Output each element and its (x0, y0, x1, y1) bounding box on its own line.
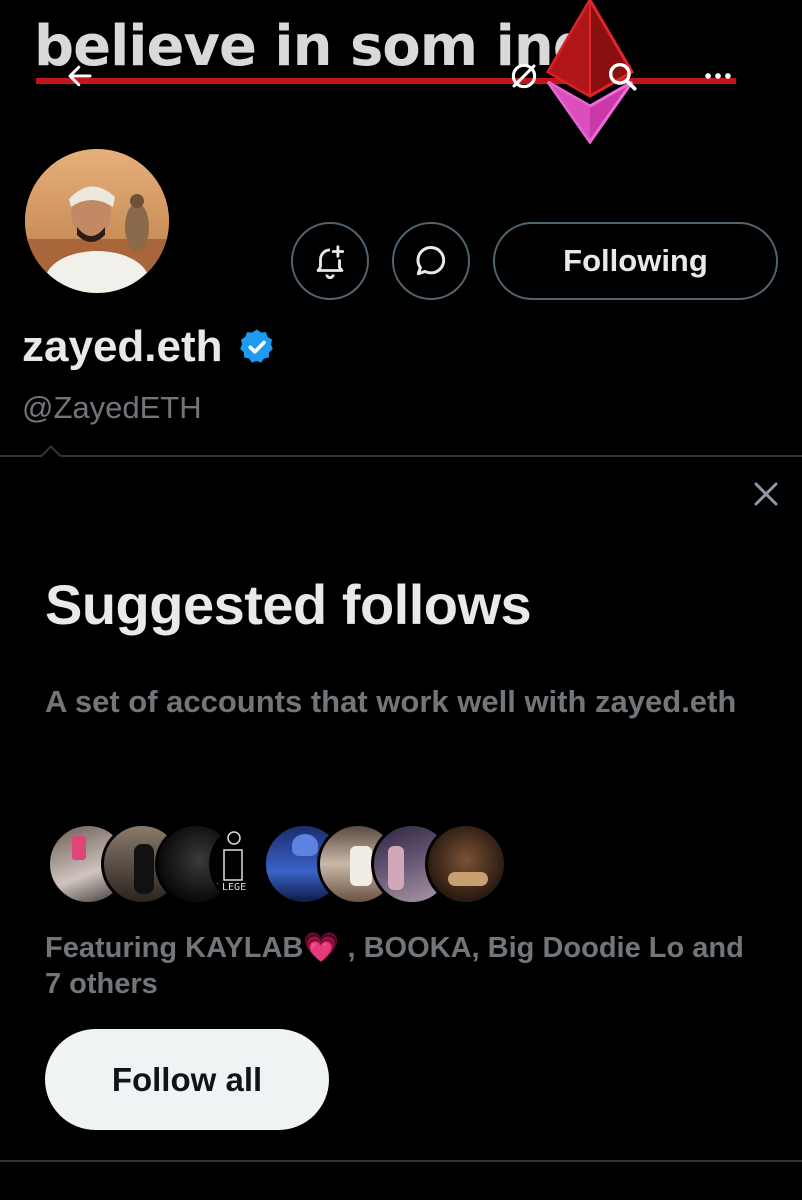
display-name: zayed.eth (22, 322, 277, 372)
featuring-text: Featuring KAYLAB💗 , BOOKA, Big Doodie Lo… (45, 932, 744, 1000)
verified-badge-icon (239, 329, 273, 363)
following-button[interactable]: Following (493, 222, 778, 300)
suggested-avatars-row[interactable]: LLEGE (47, 823, 507, 907)
display-name-text: zayed.eth (22, 322, 223, 371)
bottom-divider (0, 1160, 802, 1162)
user-handle: @ZayedETH (22, 390, 202, 425)
svg-text:LLEGE: LLEGE (216, 882, 246, 893)
banner-underline-right (658, 78, 702, 84)
close-suggestions-button[interactable] (748, 476, 784, 512)
callout-notch-inner (42, 448, 60, 457)
suggested-avatar[interactable] (425, 823, 507, 905)
section-divider (0, 455, 802, 457)
back-arrow-icon[interactable] (62, 58, 98, 94)
message-button[interactable] (392, 222, 470, 300)
profile-avatar[interactable] (21, 145, 173, 297)
search-icon[interactable] (604, 58, 640, 94)
more-options-icon[interactable] (700, 58, 736, 94)
follow-all-button[interactable]: Follow all (45, 1029, 329, 1130)
link-off-icon[interactable] (506, 58, 542, 94)
notifications-button[interactable] (291, 222, 369, 300)
close-icon (754, 482, 778, 506)
suggested-follows-title: Suggested follows (45, 573, 532, 636)
suggested-follows-description: A set of accounts that work well with za… (45, 684, 737, 719)
profile-banner[interactable]: believe in som ing (0, 0, 802, 150)
message-bubble-icon (416, 246, 446, 276)
bell-plus-icon (316, 245, 345, 279)
